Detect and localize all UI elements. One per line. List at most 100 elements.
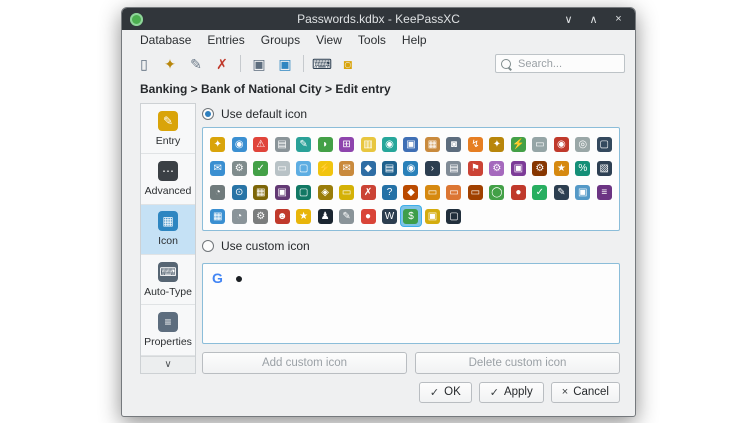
default-icon-11[interactable]: ◙ <box>444 134 464 154</box>
default-icon-1[interactable]: ◉ <box>229 134 249 154</box>
default-icon-67[interactable]: ▣ <box>422 206 442 226</box>
github-icon[interactable]: ● <box>235 271 243 285</box>
default-icon-49[interactable]: ▭ <box>444 182 464 202</box>
default-icon-60[interactable]: ☻ <box>272 206 292 226</box>
default-icon-46[interactable]: ? <box>380 182 400 202</box>
default-icon-61[interactable]: ★ <box>294 206 314 226</box>
google-icon[interactable]: G <box>212 271 223 285</box>
default-icon-17[interactable]: ◎ <box>573 134 593 154</box>
default-icon-6[interactable]: ⊞ <box>337 134 357 154</box>
default-icon-20[interactable]: ⚙ <box>229 158 249 178</box>
default-icon-53[interactable]: ✓ <box>530 182 550 202</box>
copy-username-button[interactable]: ▣ <box>247 52 271 76</box>
default-icon-57[interactable]: ▦ <box>208 206 228 226</box>
add-custom-icon-button[interactable]: Add custom icon <box>202 352 407 374</box>
ok-button[interactable]: ✓ OK <box>419 382 472 403</box>
lock-database-button[interactable]: ◙ <box>336 52 360 76</box>
default-icon-32[interactable]: ⚙ <box>487 158 507 178</box>
default-icon-3[interactable]: ▤ <box>272 134 292 154</box>
default-icon-63[interactable]: ✎ <box>337 206 357 226</box>
delete-entry-button[interactable]: ✗ <box>210 52 234 76</box>
default-icon-15[interactable]: ▭ <box>530 134 550 154</box>
cancel-button[interactable]: × Cancel <box>551 382 620 403</box>
default-icon-56[interactable]: ≡ <box>594 182 614 202</box>
menu-help[interactable]: Help <box>394 31 435 49</box>
default-icon-45[interactable]: ✗ <box>358 182 378 202</box>
sidebar-scroll-down-button[interactable]: ∨ <box>141 356 195 373</box>
sidebar-item-properties[interactable]: ≡Properties <box>141 305 195 355</box>
new-entry-button[interactable]: ▯ <box>132 52 156 76</box>
default-icon-66[interactable]: $ <box>401 206 421 226</box>
default-icon-52[interactable]: ● <box>508 182 528 202</box>
use-custom-icon-radio[interactable]: Use custom icon <box>202 237 620 255</box>
default-icon-42[interactable]: ▢ <box>294 182 314 202</box>
default-icon-22[interactable]: ▭ <box>272 158 292 178</box>
titlebar[interactable]: Passwords.kdbx - KeePassXC ∨ ∧ × <box>122 8 635 30</box>
default-icon-28[interactable]: ◉ <box>401 158 421 178</box>
default-icon-8[interactable]: ◉ <box>380 134 400 154</box>
default-icon-39[interactable]: ⊙ <box>229 182 249 202</box>
default-icon-47[interactable]: ◆ <box>401 182 421 202</box>
default-icon-7[interactable]: ▥ <box>358 134 378 154</box>
default-icon-24[interactable]: ⚡ <box>315 158 335 178</box>
default-icon-27[interactable]: ▤ <box>380 158 400 178</box>
menu-groups[interactable]: Groups <box>253 31 308 49</box>
default-icon-37[interactable]: ▧ <box>594 158 614 178</box>
default-icon-9[interactable]: ▣ <box>401 134 421 154</box>
default-icon-19[interactable]: ✉ <box>208 158 228 178</box>
default-icon-68[interactable]: ▢ <box>444 206 464 226</box>
sidebar-item-auto-type[interactable]: ⌨Auto-Type <box>141 255 195 305</box>
default-icon-50[interactable]: ▭ <box>465 182 485 202</box>
default-icon-2[interactable]: ⚠ <box>251 134 271 154</box>
default-icon-26[interactable]: ◆ <box>358 158 378 178</box>
add-entry-button[interactable]: ✦ <box>158 52 182 76</box>
default-icon-34[interactable]: ⚙ <box>530 158 550 178</box>
default-icon-0[interactable]: ✦ <box>208 134 228 154</box>
default-icon-33[interactable]: ▣ <box>508 158 528 178</box>
default-icon-35[interactable]: ★ <box>551 158 571 178</box>
apply-button[interactable]: ✓ Apply <box>479 382 544 403</box>
default-icon-51[interactable]: ◯ <box>487 182 507 202</box>
default-icon-21[interactable]: ✓ <box>251 158 271 178</box>
default-icon-25[interactable]: ✉ <box>337 158 357 178</box>
default-icon-36[interactable]: % <box>573 158 593 178</box>
default-icon-54[interactable]: ✎ <box>551 182 571 202</box>
default-icon-40[interactable]: ▦ <box>251 182 271 202</box>
menu-view[interactable]: View <box>308 31 350 49</box>
default-icon-41[interactable]: ▣ <box>272 182 292 202</box>
copy-password-button[interactable]: ▣ <box>273 52 297 76</box>
default-icon-64[interactable]: ● <box>358 206 378 226</box>
use-default-icon-radio[interactable]: Use default icon <box>202 105 620 123</box>
default-icon-10[interactable]: ▦ <box>422 134 442 154</box>
edit-entry-button[interactable]: ✎ <box>184 52 208 76</box>
maximize-button[interactable]: ∧ <box>587 13 600 26</box>
default-icon-12[interactable]: ↯ <box>465 134 485 154</box>
default-icon-13[interactable]: ✦ <box>487 134 507 154</box>
default-icon-44[interactable]: ▭ <box>337 182 357 202</box>
default-icon-48[interactable]: ▭ <box>422 182 442 202</box>
default-icon-55[interactable]: ▣ <box>573 182 593 202</box>
minimize-button[interactable]: ∨ <box>562 13 575 26</box>
default-icon-5[interactable]: ◗ <box>315 134 335 154</box>
default-icon-62[interactable]: ♟ <box>315 206 335 226</box>
default-icon-43[interactable]: ◈ <box>315 182 335 202</box>
default-icon-31[interactable]: ⚑ <box>465 158 485 178</box>
default-icon-29[interactable]: › <box>422 158 442 178</box>
sidebar-item-icon[interactable]: ▦Icon <box>141 205 195 255</box>
default-icon-38[interactable]: ◔ <box>208 182 228 202</box>
menu-entries[interactable]: Entries <box>199 31 252 49</box>
menu-database[interactable]: Database <box>132 31 199 49</box>
close-button[interactable]: × <box>612 13 625 26</box>
default-icon-59[interactable]: ⚙ <box>251 206 271 226</box>
default-icon-65[interactable]: W <box>380 206 400 226</box>
default-icon-14[interactable]: ⚡ <box>508 134 528 154</box>
default-icon-30[interactable]: ▤ <box>444 158 464 178</box>
search-box[interactable] <box>495 54 625 73</box>
default-icon-16[interactable]: ◉ <box>551 134 571 154</box>
autotype-button[interactable]: ⌨ <box>310 52 334 76</box>
menu-tools[interactable]: Tools <box>350 31 394 49</box>
default-icon-4[interactable]: ✎ <box>294 134 314 154</box>
sidebar-item-advanced[interactable]: ⋯Advanced <box>141 154 195 204</box>
default-icon-23[interactable]: ▢ <box>294 158 314 178</box>
search-input[interactable] <box>516 57 619 71</box>
